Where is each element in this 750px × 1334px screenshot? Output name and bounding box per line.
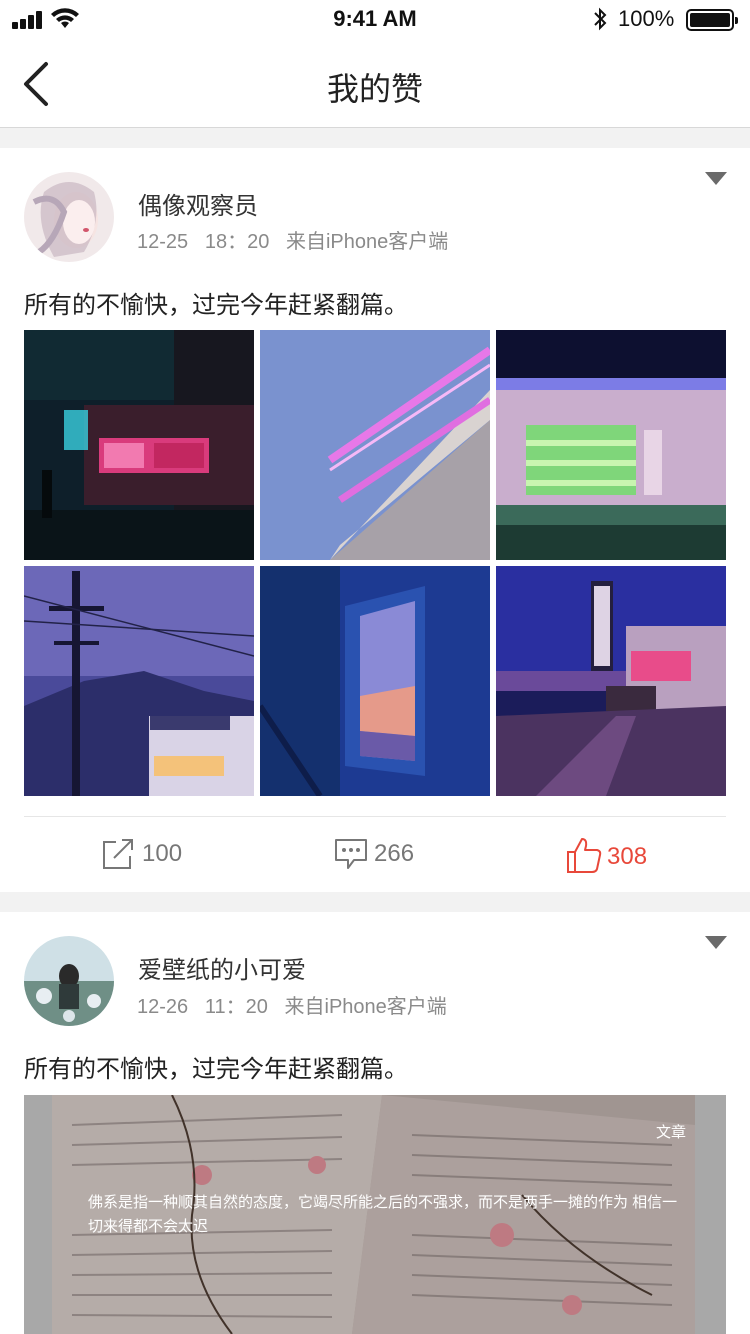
- bluetooth-icon: [592, 7, 608, 37]
- divider: [24, 816, 726, 817]
- post-meta: 12-25 18：20 来自iPhone客户端: [137, 231, 449, 253]
- photo-thumbnail[interactable]: [260, 330, 490, 560]
- navigation-bar: 我的赞: [0, 40, 750, 128]
- share-count: 100: [142, 840, 183, 867]
- post-text: 所有的不愉快，过完今年赶紧翻篇。: [24, 1056, 408, 1083]
- username[interactable]: 偶像观察员: [138, 186, 258, 221]
- comment-count: 266: [374, 840, 415, 867]
- photo-thumbnail[interactable]: [496, 330, 726, 560]
- photo-grid: [24, 330, 726, 796]
- article-card[interactable]: 文章 佛系是指一种顺其自然的态度，它竭尽所能之后的不强求，而不是两手一摊的作为 …: [24, 1095, 726, 1334]
- dropdown-arrow-icon[interactable]: [705, 172, 727, 185]
- comment-button[interactable]: 266: [332, 836, 442, 876]
- comment-icon: [335, 839, 367, 869]
- dropdown-arrow-icon[interactable]: [705, 936, 727, 949]
- photo-thumbnail[interactable]: [24, 566, 254, 796]
- post-meta: 12-26 11：20 来自iPhone客户端: [137, 996, 447, 1018]
- share-icon: [103, 839, 133, 869]
- article-quote: 佛系是指一种顺其自然的态度，它竭尽所能之后的不强求，而不是两手一摊的作为 相信一…: [88, 1194, 678, 1235]
- avatar[interactable]: [24, 936, 114, 1026]
- like-count: 308: [607, 843, 648, 870]
- page-title: 我的赞: [326, 71, 423, 107]
- post-card: 爱壁纸的小可爱 12-26 11：20 来自iPhone客户端 所有的不愉快，过…: [0, 912, 750, 1334]
- status-bar: 9:41 AM 100%: [0, 0, 750, 40]
- post-card: 偶像观察员 12-25 18：20 来自iPhone客户端 所有的不愉快，过完今…: [0, 148, 750, 892]
- post-text: 所有的不愉快，过完今年赶紧翻篇。: [24, 292, 408, 319]
- like-button[interactable]: 308: [565, 836, 675, 876]
- battery-percentage: 100%: [618, 6, 675, 31]
- username[interactable]: 爱壁纸的小可爱: [138, 950, 306, 985]
- photo-thumbnail[interactable]: [496, 566, 726, 796]
- photo-thumbnail[interactable]: [260, 566, 490, 796]
- share-button[interactable]: 100: [100, 836, 210, 876]
- thumbs-up-icon: [567, 838, 602, 873]
- avatar[interactable]: [24, 172, 114, 262]
- photo-thumbnail[interactable]: [24, 330, 254, 560]
- article-tag: 文章: [655, 1124, 686, 1141]
- battery-icon: [686, 9, 738, 31]
